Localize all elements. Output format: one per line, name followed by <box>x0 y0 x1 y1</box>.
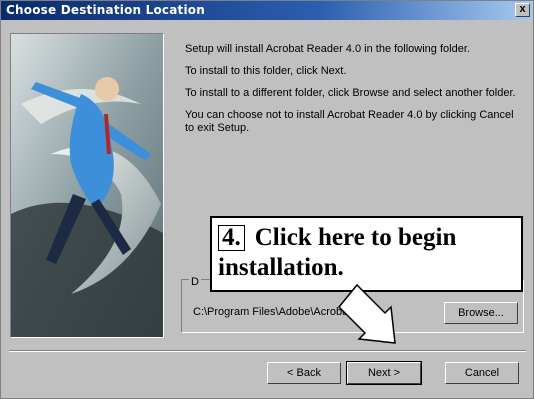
step-number: 4. <box>218 225 245 251</box>
instruction-cancel: You can choose not to install Acrobat Re… <box>185 109 514 134</box>
instruction-intro: Setup will install Acrobat Reader 4.0 in… <box>185 43 470 55</box>
arrow-pointer-icon <box>337 283 396 344</box>
illustration-art <box>11 34 163 337</box>
next-button[interactable]: Next > <box>346 361 422 385</box>
runner-illustration <box>10 33 164 338</box>
instructions: Setup will install Acrobat Reader 4.0 in… <box>185 43 519 144</box>
browse-button[interactable]: Browse... <box>444 302 518 324</box>
instruction-browse: To install to a different folder, click … <box>185 87 516 99</box>
back-button[interactable]: < Back <box>267 362 341 384</box>
setup-dialog: Choose Destination Location x Setup will… <box>0 0 534 399</box>
destination-group-label: D <box>189 276 201 288</box>
window-title: Choose Destination Location <box>6 3 205 17</box>
callout-line1: Click here to begin <box>254 224 457 251</box>
callout-line2: installation. <box>218 254 344 281</box>
cancel-button[interactable]: Cancel <box>445 362 519 384</box>
separator <box>9 350 526 352</box>
instruction-next: To install to this folder, click Next. <box>185 65 347 77</box>
close-icon: x <box>519 3 526 15</box>
title-bar[interactable]: Choose Destination Location x <box>1 1 533 20</box>
close-button[interactable]: x <box>515 3 530 17</box>
